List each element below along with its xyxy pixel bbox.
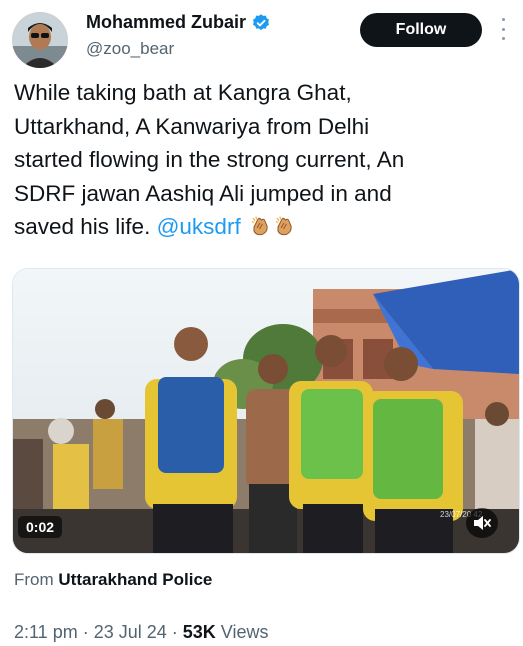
author-handle[interactable]: @zoo_bear bbox=[86, 39, 174, 59]
video-duration: 0:02 bbox=[18, 516, 63, 538]
more-icon[interactable] bbox=[500, 18, 506, 40]
clapping-hands-emoji bbox=[249, 213, 271, 236]
mute-icon[interactable] bbox=[466, 508, 498, 538]
clapping-hands-emoji bbox=[273, 213, 295, 236]
mention-link[interactable]: @uksdrf bbox=[157, 214, 241, 239]
views-count: 53K bbox=[182, 622, 216, 642]
author-name-row: Mohammed Zubair bbox=[86, 12, 271, 33]
tweet-text: While taking bath at Kangra Ghat, Uttark… bbox=[14, 76, 514, 244]
author-name[interactable]: Mohammed Zubair bbox=[86, 12, 246, 33]
tweet-date[interactable]: 23 Jul 24 bbox=[94, 622, 167, 642]
avatar-image bbox=[12, 12, 68, 68]
source-prefix: From bbox=[14, 570, 59, 589]
tweet-meta: 2:11 pm · 23 Jul 24 · 53K Views bbox=[14, 622, 269, 643]
source-name[interactable]: Uttarakhand Police bbox=[58, 570, 212, 589]
media-source: From Uttarakhand Police bbox=[14, 570, 212, 590]
avatar[interactable] bbox=[12, 12, 68, 68]
verified-badge-icon bbox=[251, 13, 271, 33]
tweet-time[interactable]: 2:11 pm bbox=[14, 622, 78, 642]
meta-separator-2: · bbox=[166, 622, 183, 642]
follow-button[interactable]: Follow bbox=[360, 13, 482, 47]
meta-separator: · bbox=[77, 622, 94, 642]
views-label: Views bbox=[215, 622, 269, 642]
